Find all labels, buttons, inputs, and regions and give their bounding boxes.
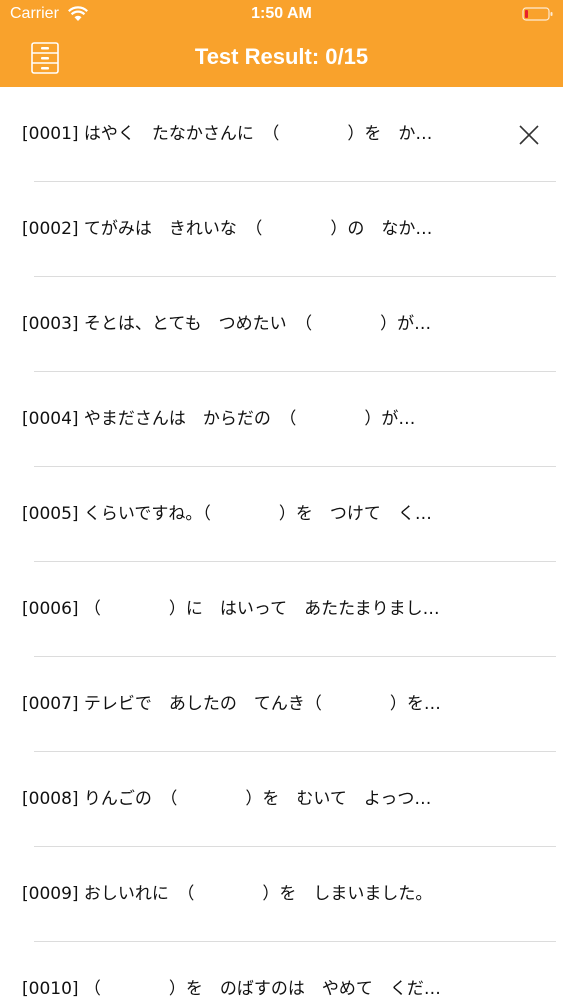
- list-item[interactable]: [0003] そとは、とても つめたい （ ）が…: [0, 277, 563, 372]
- status-time: 1:50 AM: [251, 5, 312, 22]
- question-text: [0008] りんごの （ ）を むいて よっつ…: [22, 789, 432, 809]
- question-text: [0007] テレビで あしたの てんき（ ）を…: [22, 694, 441, 714]
- close-icon[interactable]: [518, 124, 540, 146]
- list-item[interactable]: [0008] りんごの （ ）を むいて よっつ…: [0, 752, 563, 847]
- page-title: Test Result: 0/15: [194, 44, 369, 69]
- list-item[interactable]: [0005] くらいですね。（ ）を つけて く…: [0, 467, 563, 562]
- list-item[interactable]: [0001] はやく たなかさんに （ ）を か…: [0, 87, 563, 182]
- list-item[interactable]: [0009] おしいれに （ ）を しまいました。: [0, 847, 563, 942]
- question-text: [0002] てがみは きれいな （ ）の なか…: [22, 219, 433, 239]
- list-item[interactable]: [0004] やまださんは からだの （ ）が…: [0, 372, 563, 467]
- question-text: [0005] くらいですね。（ ）を つけて く…: [22, 504, 432, 524]
- question-text: [0003] そとは、とても つめたい （ ）が…: [22, 314, 432, 334]
- list-item[interactable]: [0002] てがみは きれいな （ ）の なか…: [0, 182, 563, 277]
- battery-icon: [522, 7, 553, 21]
- question-text: [0001] はやく たなかさんに （ ）を か…: [22, 124, 433, 144]
- list-item[interactable]: [0006] （ ）に はいって あたたまりまし…: [0, 562, 563, 657]
- result-list: [0001] はやく たなかさんに （ ）を か… [0002] てがみは きれ…: [0, 87, 563, 1000]
- question-text: [0006] （ ）に はいって あたたまりまし…: [22, 599, 440, 619]
- list-item[interactable]: [0007] テレビで あしたの てんき（ ）を…: [0, 657, 563, 752]
- question-text: [0009] おしいれに （ ）を しまいました。: [22, 884, 433, 904]
- question-text: [0004] やまださんは からだの （ ）が…: [22, 409, 416, 429]
- question-text: [0010] （ ）を のばすのは やめて くだ…: [22, 979, 441, 999]
- header-bar: Carrier 1:50 AM Test Result: 0/15: [0, 0, 563, 87]
- status-bar: Carrier 1:50 AM: [0, 0, 563, 30]
- list-item[interactable]: [0010] （ ）を のばすのは やめて くだ…: [0, 942, 563, 1000]
